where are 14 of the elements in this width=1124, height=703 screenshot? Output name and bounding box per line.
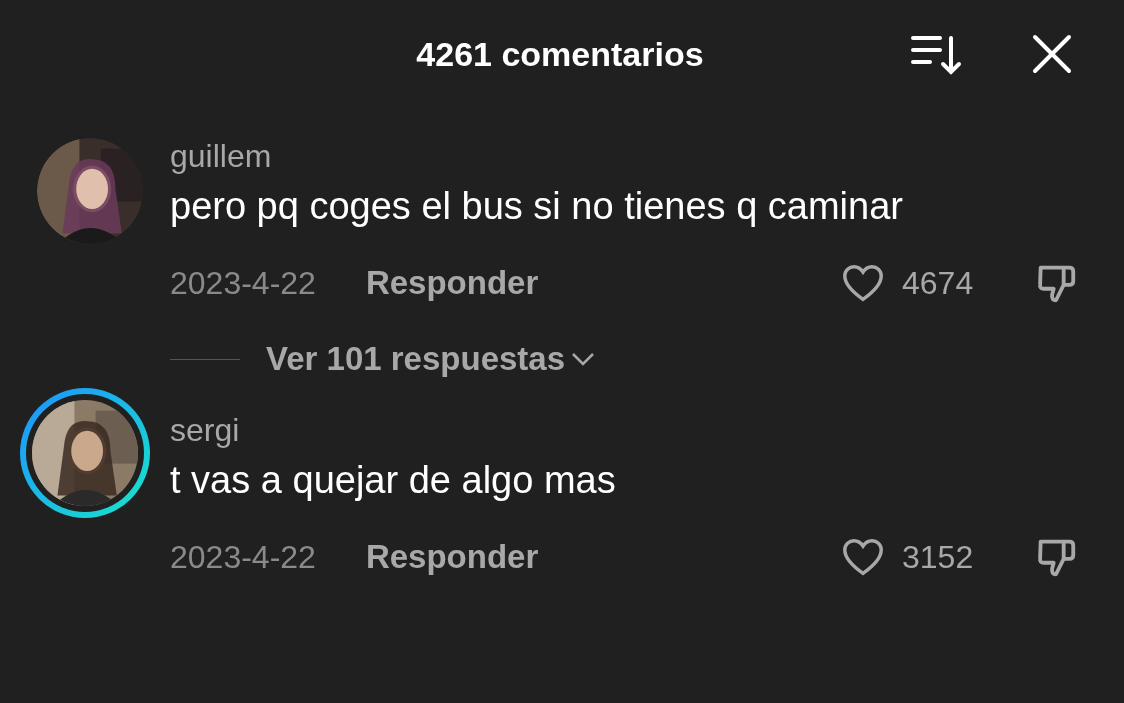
comment-text: t vas a quejar de algo mas <box>170 458 617 503</box>
comment-date: 2023-4-22 <box>170 538 316 577</box>
chevron-down-icon <box>571 351 596 367</box>
username[interactable]: sergi <box>170 410 1080 450</box>
reply-button[interactable]: Responder <box>365 532 539 582</box>
close-icon[interactable] <box>1032 34 1072 74</box>
like-count: 4674 <box>902 264 975 303</box>
like-count: 3152 <box>902 538 975 577</box>
username[interactable]: guillem <box>170 136 1080 176</box>
comment-text: pero pq coges el bus si no tienes q caminar <box>170 184 904 229</box>
comment-date: 2023-4-22 <box>170 264 316 303</box>
reply-button[interactable]: Responder <box>365 258 539 308</box>
view-replies-link[interactable]: Ver 101 respuestas <box>266 334 596 384</box>
comments-count-title: 4261 comentarios <box>415 33 705 75</box>
